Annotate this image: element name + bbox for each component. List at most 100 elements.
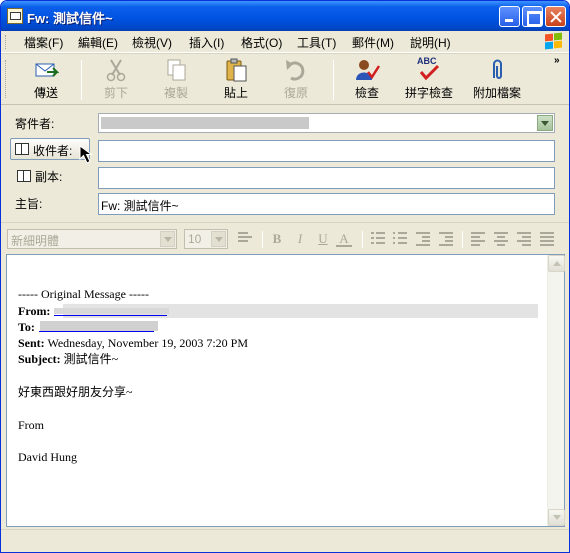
sent-value: Wednesday, November 19, 2003 7:20 PM [44, 336, 249, 350]
menu-edit[interactable]: 編輯(E) [78, 34, 118, 51]
from-email-link[interactable] [54, 315, 167, 316]
menu-bar: 檔案(F) 編輯(E) 檢視(V) 插入(I) 格式(O) 工具(T) 郵件(M… [1, 31, 569, 53]
sent-label: Sent: [18, 336, 45, 350]
check-names-button[interactable]: 檢查 [348, 58, 386, 104]
menu-tools[interactable]: 工具(T) [297, 34, 336, 51]
undo-button[interactable]: 復原 [277, 58, 315, 104]
chevron-down-icon [211, 231, 226, 247]
to-label: To: [18, 320, 35, 334]
toolbar-overflow-icon[interactable]: » [554, 55, 560, 66]
menu-view[interactable]: 檢視(V) [132, 34, 172, 51]
font-select[interactable]: 新細明體 [7, 229, 177, 249]
undo-icon [283, 58, 309, 82]
format-separator [462, 231, 463, 248]
compose-window: Fw: 測試信件~ 檔案(F) 編輯(E) 檢視(V) 插入(I) 格式(O) … [0, 0, 570, 553]
subject-field[interactable]: Fw: 測試信件~ [98, 193, 555, 215]
undo-label: 復原 [283, 86, 308, 100]
subject-label: 主旨: [15, 197, 43, 211]
send-button[interactable]: 傳送 [25, 58, 67, 104]
underline-button[interactable]: U [314, 231, 332, 247]
send-label: 傳送 [33, 86, 58, 100]
from-label: 寄件者: [15, 117, 55, 131]
spelling-button[interactable]: ABC 拼字檢查 [404, 56, 454, 104]
font-size-select[interactable]: 10 [184, 229, 228, 249]
menu-grip [5, 35, 8, 49]
to-email-link[interactable] [39, 331, 154, 332]
vertical-scrollbar[interactable] [547, 255, 565, 526]
cc-label[interactable]: 副本: [35, 168, 62, 185]
paste-label: 貼上 [223, 86, 248, 100]
title-bar[interactable]: Fw: 測試信件~ [1, 1, 569, 31]
align-center-icon[interactable] [494, 232, 508, 246]
from-label: From: [18, 304, 51, 318]
menu-format[interactable]: 格式(O) [241, 34, 282, 51]
format-separator [262, 231, 263, 248]
message-body[interactable]: ----- Original Message ----- From: To: S… [6, 254, 565, 527]
message-icon [7, 8, 23, 24]
bullet-list-icon[interactable] [393, 232, 407, 244]
body-line-2: From [18, 418, 45, 432]
subject-label: Subject: [18, 352, 61, 366]
to-field[interactable] [98, 140, 555, 162]
attach-label: 附加檔案 [472, 86, 521, 100]
body-line-3: David Hung [18, 450, 77, 464]
align-right-icon[interactable] [517, 232, 531, 246]
font-color-button[interactable]: A [336, 231, 352, 247]
numbered-list-icon[interactable] [371, 232, 385, 244]
cc-field[interactable] [98, 167, 555, 189]
from-account-value [101, 117, 309, 129]
original-message-divider: ----- Original Message ----- [18, 287, 149, 301]
justify-icon[interactable] [540, 232, 554, 246]
minimize-button[interactable] [499, 6, 520, 27]
send-icon [33, 58, 60, 82]
status-bar [1, 529, 569, 552]
windows-logo-icon [544, 32, 564, 51]
address-book-icon [15, 143, 29, 155]
italic-button[interactable]: I [291, 231, 309, 247]
increase-indent-icon[interactable] [439, 232, 453, 246]
attach-button[interactable]: 附加檔案 [470, 58, 524, 104]
check-names-icon [354, 58, 381, 82]
toolbar-separator [81, 60, 82, 100]
menu-help[interactable]: 說明(H) [410, 34, 451, 51]
close-button[interactable] [545, 6, 566, 27]
from-account-select[interactable] [98, 113, 555, 133]
menu-insert[interactable]: 插入(I) [189, 34, 224, 51]
copy-button[interactable]: 複製 [157, 58, 195, 104]
menu-file[interactable]: 檔案(F) [24, 34, 63, 51]
cut-button[interactable]: 剪下 [97, 58, 135, 104]
sent-line: Sent: Wednesday, November 19, 2003 7:20 … [18, 335, 248, 351]
chevron-down-icon[interactable] [537, 115, 553, 131]
paperclip-icon [484, 58, 510, 82]
subject-line: Subject: 測試信件~ [18, 351, 118, 367]
toolbar: 傳送 剪下 複製 貼上 復原 檢查 ABC 拼字檢查 附加檔案 [1, 53, 569, 105]
scroll-down-icon[interactable] [548, 509, 565, 526]
paragraph-style-icon[interactable] [238, 232, 252, 244]
to-address-book-button[interactable]: 收件者: [10, 138, 90, 160]
spell-check-icon: ABC [416, 56, 442, 82]
scissors-icon [103, 58, 129, 82]
redacted-from-address [54, 308, 169, 314]
body-line-1: 好東西跟好朋友分享~ [18, 385, 133, 399]
toolbar-grip [5, 60, 8, 98]
from-line: From: [18, 303, 50, 319]
subject-value: 測試信件~ [60, 352, 119, 366]
check-label: 檢查 [354, 86, 379, 100]
scroll-up-icon[interactable] [548, 255, 565, 272]
mouse-pointer-icon [79, 145, 94, 164]
paste-button[interactable]: 貼上 [217, 58, 255, 104]
copy-label: 複製 [163, 86, 188, 100]
copy-icon [163, 58, 189, 82]
maximize-button[interactable] [522, 6, 543, 27]
format-bar: 新細明體 10 B I U A [1, 222, 569, 252]
menu-message[interactable]: 郵件(M) [352, 34, 394, 51]
chevron-down-icon [160, 231, 175, 247]
bold-button[interactable]: B [268, 231, 286, 247]
align-left-icon[interactable] [471, 232, 485, 246]
decrease-indent-icon[interactable] [416, 232, 430, 246]
font-size-value: 10 [188, 232, 202, 246]
spell-label: 拼字檢查 [404, 86, 453, 100]
toolbar-separator [333, 60, 334, 100]
format-separator [362, 231, 363, 248]
address-book-icon[interactable] [17, 170, 31, 182]
